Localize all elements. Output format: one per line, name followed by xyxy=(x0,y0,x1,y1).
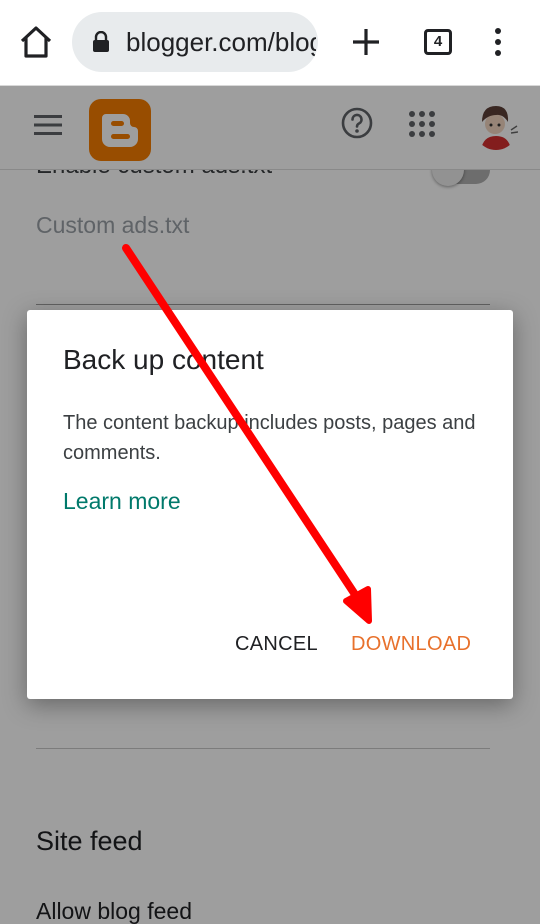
backup-dialog: Back up content The content backup inclu… xyxy=(27,310,513,699)
new-tab-icon[interactable] xyxy=(350,26,382,58)
tab-switcher-button[interactable]: 4 xyxy=(424,29,452,55)
cancel-button[interactable]: CANCEL xyxy=(235,633,318,656)
address-bar[interactable]: blogger.com/blog xyxy=(72,12,318,72)
lock-icon xyxy=(93,31,109,52)
learn-more-link[interactable]: Learn more xyxy=(63,488,181,515)
download-button[interactable]: DOWNLOAD xyxy=(351,633,471,656)
dialog-body: The content backup includes posts, pages… xyxy=(63,412,476,464)
dialog-title: Back up content xyxy=(63,344,264,375)
home-icon[interactable] xyxy=(18,24,54,60)
more-vert-icon[interactable] xyxy=(488,26,508,58)
browser-toolbar: blogger.com/blog 4 xyxy=(0,0,540,86)
url-text: blogger.com/blog xyxy=(126,27,316,57)
